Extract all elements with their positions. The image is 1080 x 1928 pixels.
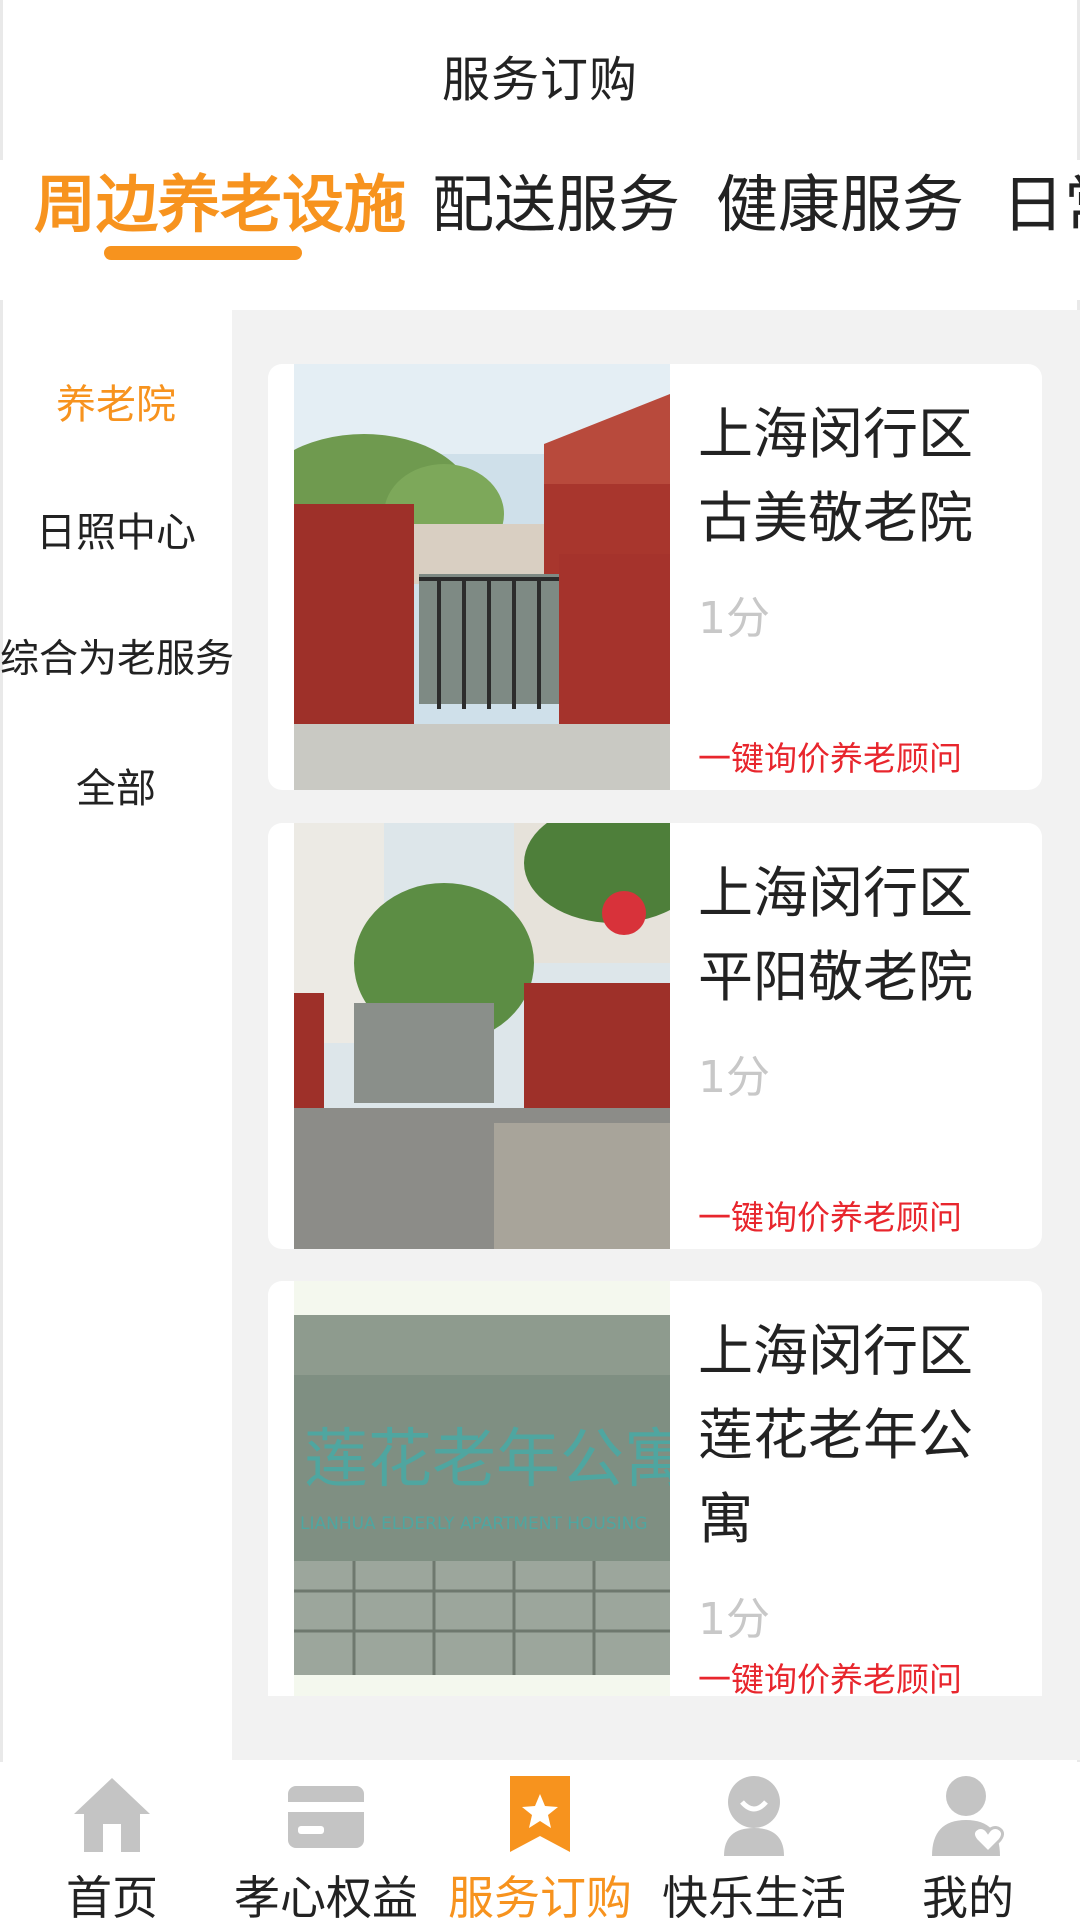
tab-nearby-facilities[interactable]: 周边养老设施 <box>34 160 406 250</box>
home-icon <box>74 1778 150 1852</box>
facility-rating: 1分 <box>698 593 770 644</box>
facility-photo: 莲花老年公寓 LIANHUA ELDERLY APARTMENT HOUSING <box>294 1281 670 1696</box>
nav-happy-life[interactable]: 快乐生活 <box>646 1762 862 1925</box>
nav-label: 快乐生活 <box>662 1871 846 1925</box>
tab-health[interactable]: 健康服务 <box>716 160 964 250</box>
tab-delivery[interactable]: 配送服务 <box>432 160 680 250</box>
facility-title-line2: 古美敬老院 <box>698 486 974 550</box>
sidebar-item-day-care[interactable]: 日照中心 <box>0 500 232 558</box>
facility-title-line1: 上海闵行区 <box>698 402 974 466</box>
card-icon <box>288 1786 364 1848</box>
facility-photo <box>294 364 670 790</box>
sign-text: 莲花老年公寓 <box>304 1423 670 1497</box>
bottom-navigation: 首页 孝心权益 服务订购 快乐生活 我的 <box>0 1762 1080 1925</box>
sign-subtext: LIANHUA ELDERLY APARTMENT HOUSING <box>300 1514 648 1534</box>
nav-label: 首页 <box>66 1871 158 1925</box>
nav-label: 孝心权益 <box>234 1871 418 1925</box>
nav-label: 服务订购 <box>448 1871 632 1925</box>
facility-title-line3: 寓 <box>698 1487 754 1551</box>
facility-title-line1: 上海闵行区 <box>698 861 974 925</box>
facility-card[interactable]: 上海闵行区 平阳敬老院 1分 一键询价养老顾问 <box>268 823 1042 1249</box>
facility-photo <box>294 823 670 1249</box>
nav-label: 我的 <box>922 1871 1014 1925</box>
facility-title-line2: 平阳敬老院 <box>698 945 974 1009</box>
facility-card[interactable]: 上海闵行区 古美敬老院 1分 一键询价养老顾问 <box>268 364 1042 790</box>
sidebar-item-all[interactable]: 全部 <box>0 756 232 814</box>
active-tab-indicator <box>104 246 302 260</box>
inquire-advisor-link[interactable]: 一键询价养老顾问 <box>698 732 962 780</box>
facility-rating: 1分 <box>698 1594 770 1645</box>
tab-daily[interactable]: 日常 <box>1002 160 1080 250</box>
happy-person-icon <box>724 1776 784 1856</box>
nav-mine[interactable]: 我的 <box>860 1762 1076 1925</box>
inquire-advisor-link[interactable]: 一键询价养老顾问 <box>698 1191 962 1239</box>
sidebar-item-comprehensive[interactable]: 综合为老服务 <box>0 628 234 684</box>
category-tabs: 周边养老设施 配送服务 健康服务 日常 <box>0 160 1080 300</box>
facility-title-line1: 上海闵行区 <box>698 1319 974 1383</box>
facility-title-line2: 莲花老年公 <box>698 1403 974 1467</box>
sidebar-item-nursing-home[interactable]: 养老院 <box>0 372 232 430</box>
user-heart-icon <box>932 1776 1005 1856</box>
nav-service-order[interactable]: 服务订购 <box>432 1762 648 1925</box>
nav-filial-benefits[interactable]: 孝心权益 <box>218 1762 434 1925</box>
inquire-advisor-link[interactable]: 一键询价养老顾问 <box>698 1653 962 1696</box>
facility-card[interactable]: 莲花老年公寓 LIANHUA ELDERLY APARTMENT HOUSING… <box>268 1281 1042 1696</box>
page-title: 服务订购 <box>441 52 638 108</box>
nav-home[interactable]: 首页 <box>4 1762 220 1925</box>
facility-rating: 1分 <box>698 1052 770 1103</box>
star-bookmark-icon <box>510 1776 570 1852</box>
